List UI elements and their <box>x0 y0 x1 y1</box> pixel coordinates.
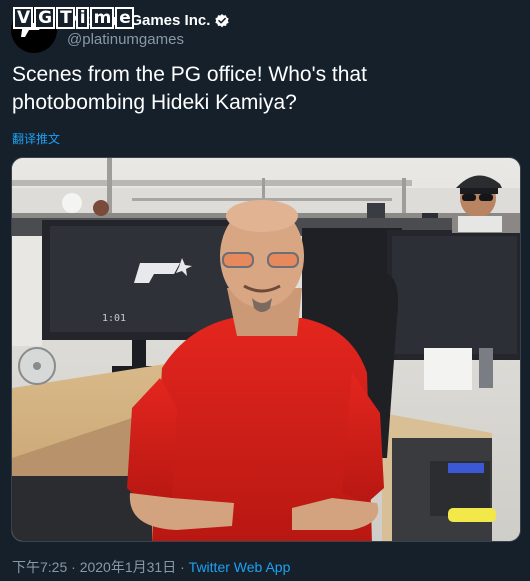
tweet-time[interactable]: 下午7:25 <box>12 559 67 575</box>
meta-separator: · <box>176 559 189 575</box>
tweet-page: PlatinumGames Inc. @platinumgames V G T … <box>0 0 530 581</box>
tweet-date[interactable]: 2020年1月31日 <box>80 559 177 575</box>
watermark-letter: V <box>13 7 34 29</box>
office-photo-image: 1:01 <box>12 158 520 541</box>
meta-separator: · <box>67 559 80 575</box>
monitor-clock: 1:01 <box>102 313 126 324</box>
tweet-meta: 下午7:25 · 2020年1月31日 · Twitter Web App <box>12 558 290 576</box>
tweet-photo[interactable]: 1:01 <box>11 157 521 542</box>
watermark-letter: e <box>115 7 134 29</box>
watermark-letter: G <box>34 7 56 29</box>
tweet-text: Scenes from the PG office! Who's that ph… <box>12 61 512 117</box>
vgtime-watermark: V G T i m e <box>13 6 134 30</box>
translate-tweet-link[interactable]: 翻译推文 <box>12 131 60 147</box>
watermark-letter: i <box>75 7 89 29</box>
tweet-text-line1: Scenes from the PG office! Who's that <box>12 63 367 86</box>
tweet-source-link[interactable]: Twitter Web App <box>189 559 291 575</box>
watermark-letter: T <box>56 7 75 29</box>
watermark-letter: m <box>89 7 115 29</box>
verified-badge-icon <box>215 13 230 27</box>
author-handle[interactable]: @platinumgames <box>67 31 230 49</box>
tweet-text-line2: photobombing Hideki Kamiya? <box>12 91 297 114</box>
